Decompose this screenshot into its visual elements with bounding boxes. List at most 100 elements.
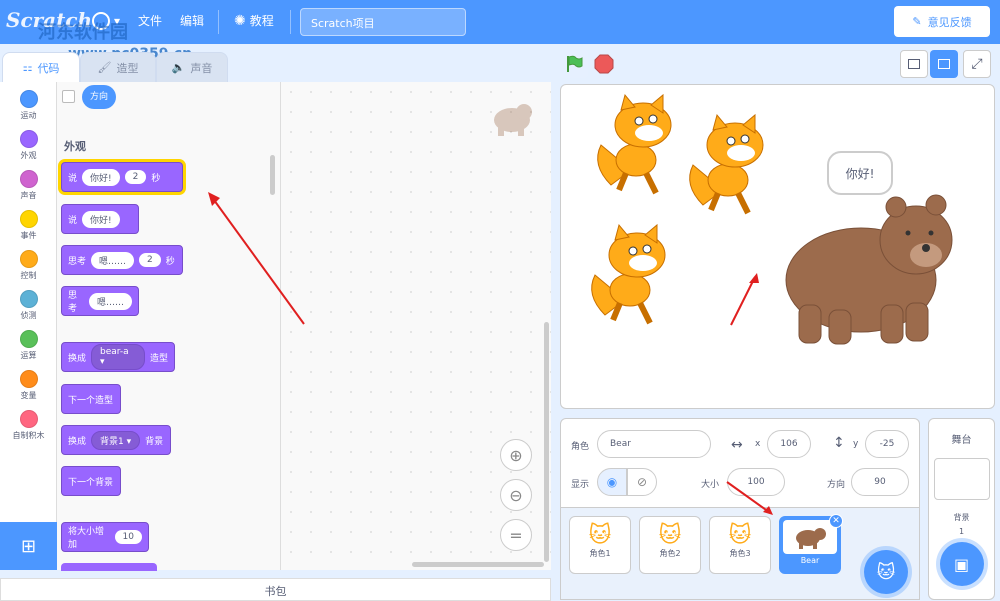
- pencil-icon: ✎: [912, 15, 922, 28]
- lightbulb-icon: ✺: [234, 12, 246, 29]
- category-dot-icon: [19, 210, 38, 228]
- y-position-input[interactable]: -25: [865, 430, 909, 458]
- backdrop-dropdown[interactable]: 背景1 ▾: [91, 430, 141, 450]
- block-text: 下一个背景: [68, 477, 114, 488]
- category-label: 声音: [20, 191, 37, 200]
- switch-backdrop-block[interactable]: 换成 背景1 ▾ 背景: [61, 425, 171, 455]
- category-dot-icon: [19, 130, 38, 148]
- stage-thumbnail[interactable]: [933, 458, 990, 500]
- small-stage-button[interactable]: [900, 50, 928, 78]
- green-flag-button[interactable]: [560, 50, 588, 78]
- sprite-list: 🐱 角色1 🐱 角色2 🐱 角色3 Bear ✕: [560, 481, 920, 600]
- x-position-input[interactable]: 106: [767, 430, 811, 458]
- category-dot-icon: [19, 290, 38, 308]
- category-label: 运算: [20, 351, 37, 360]
- direction-input[interactable]: 90: [851, 468, 909, 496]
- add-sprite-button[interactable]: 🐱: [864, 550, 908, 594]
- message-input[interactable]: 你好!: [82, 210, 120, 228]
- add-extension-button[interactable]: ⊞: [0, 522, 57, 570]
- stage-selector-panel[interactable]: 舞台 背景 1 ▣: [928, 418, 995, 600]
- tab-costumes[interactable]: 🖌 造型: [80, 52, 156, 82]
- show-sprite-button[interactable]: ◉: [597, 468, 627, 496]
- eye-icon: ◉: [606, 475, 618, 489]
- category-dot-icon: [19, 410, 38, 428]
- large-stage-button[interactable]: [930, 50, 958, 78]
- direction-reporter-block[interactable]: 方向: [82, 85, 117, 109]
- category-control[interactable]: 控制: [0, 250, 57, 281]
- green-flag-icon: [567, 55, 583, 72]
- fullscreen-button[interactable]: ⤢: [963, 50, 991, 78]
- sprite-thumb-1[interactable]: 🐱 角色1: [569, 516, 631, 574]
- workspace-vertical-scrollbar[interactable]: [544, 322, 549, 562]
- tutorials-menu[interactable]: ✺ 教程: [234, 12, 274, 29]
- category-variables[interactable]: 变量: [0, 370, 57, 401]
- add-backdrop-button[interactable]: ▣: [939, 542, 984, 586]
- feedback-label: 意见反馈: [927, 15, 972, 29]
- backpack-bar[interactable]: 书包: [0, 578, 551, 601]
- menu-divider: [290, 10, 291, 34]
- size-input[interactable]: 10: [114, 530, 142, 544]
- category-operators[interactable]: 运算: [0, 330, 57, 361]
- category-looks[interactable]: 外观: [0, 130, 57, 161]
- size-label: 大小: [701, 480, 720, 490]
- sprite-thumb-3[interactable]: 🐱 角色3: [709, 516, 771, 574]
- change-size-block[interactable]: 将大小增加 10: [61, 522, 149, 552]
- category-myblocks[interactable]: 自制积木: [0, 410, 57, 441]
- feedback-button[interactable]: ✎ 意见反馈: [894, 6, 990, 37]
- category-events[interactable]: 事件: [0, 210, 57, 241]
- category-label: 变量: [20, 391, 37, 400]
- switch-costume-block[interactable]: 换成 bear-a ▾ 造型: [61, 342, 175, 372]
- category-sound[interactable]: 声音: [0, 170, 57, 201]
- tutorials-label: 教程: [249, 14, 274, 28]
- block-text: 秒: [165, 256, 175, 267]
- menu-divider: [218, 10, 219, 34]
- category-sensing[interactable]: 侦测: [0, 290, 57, 321]
- sprite-name-input[interactable]: Bear: [597, 430, 711, 458]
- secs-input[interactable]: 2: [124, 170, 147, 184]
- zoom-reset-button[interactable]: =: [500, 519, 532, 551]
- edit-menu-label: 编辑: [180, 14, 205, 28]
- zoom-out-button[interactable]: ⊖: [500, 479, 532, 511]
- zoom-in-button[interactable]: ⊕: [500, 439, 532, 471]
- palette-scrollbar[interactable]: [270, 155, 275, 195]
- hide-sprite-button[interactable]: ⊘: [627, 468, 657, 496]
- project-title-input[interactable]: Scratch项目: [300, 8, 466, 36]
- edit-menu[interactable]: 编辑: [180, 12, 204, 29]
- sprite-thumb-label: 角色3: [729, 549, 751, 558]
- sprite-ghost-icon: [490, 98, 534, 138]
- cat-thumb-icon: 🐱: [658, 523, 682, 548]
- costume-dropdown-value: bear-a: [100, 347, 129, 357]
- message-input[interactable]: 嗯……: [88, 292, 132, 310]
- cat-thumb-icon: 🐱: [728, 523, 752, 548]
- say-block[interactable]: 说 你好!: [61, 204, 139, 234]
- secs-input[interactable]: 2: [139, 253, 161, 267]
- next-backdrop-block[interactable]: 下一个背景: [61, 466, 121, 496]
- stage-canvas[interactable]: 你好!: [560, 84, 995, 409]
- sprite-thumb-2[interactable]: 🐱 角色2: [639, 516, 701, 574]
- message-input[interactable]: 你好!: [82, 168, 120, 186]
- backdrops-count: 1: [958, 527, 965, 536]
- think-block[interactable]: 思考 嗯……: [61, 286, 139, 316]
- sprite-thumb-bear[interactable]: Bear ✕: [779, 514, 843, 574]
- workspace-horizontal-scrollbar[interactable]: [412, 562, 544, 567]
- message-input[interactable]: 嗯……: [91, 251, 135, 269]
- say-for-secs-block[interactable]: 说 你好! 2 秒: [61, 162, 183, 192]
- costume-dropdown[interactable]: bear-a ▾: [91, 344, 145, 370]
- category-dot-icon: [19, 370, 38, 388]
- tab-code[interactable]: ⚏ 代码: [2, 52, 80, 82]
- tab-sounds[interactable]: 🔈 声音: [156, 52, 228, 82]
- delete-sprite-icon[interactable]: ✕: [829, 514, 843, 528]
- show-label: 显示: [571, 480, 590, 490]
- block-text: 换成: [68, 353, 87, 364]
- category-menu: 运动 外观 声音 事件 控制 侦测 运算 变量 自制积木: [0, 82, 57, 522]
- block-text: 思考: [68, 256, 87, 267]
- next-costume-block[interactable]: 下一个造型: [61, 384, 121, 414]
- direction-checkbox[interactable]: [62, 90, 75, 103]
- block-text: 下一个造型: [68, 395, 114, 406]
- category-motion[interactable]: 运动: [0, 90, 57, 121]
- think-for-secs-block[interactable]: 思考 嗯…… 2 秒: [61, 245, 183, 275]
- stop-button[interactable]: [590, 50, 618, 78]
- category-dot-icon: [19, 330, 38, 348]
- file-menu[interactable]: 文件: [138, 12, 162, 29]
- category-label: 事件: [20, 231, 37, 240]
